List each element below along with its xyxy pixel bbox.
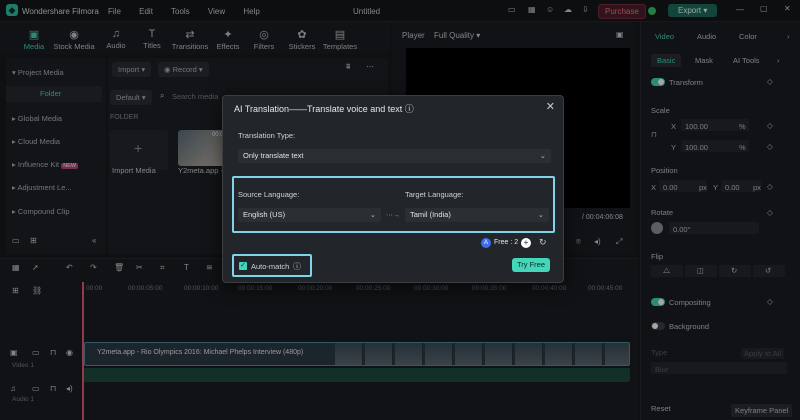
- add-credits-icon[interactable]: +: [521, 238, 531, 248]
- free-credits-label: Free : 2: [494, 239, 519, 246]
- chevron-down-icon: ⌄: [539, 151, 546, 160]
- dialog-title: AI Translation——Translate voice and text…: [234, 104, 414, 114]
- try-free-button[interactable]: Try Free: [512, 258, 550, 272]
- chevron-down-icon: ⌄: [369, 210, 376, 219]
- target-language-label: Target Language:: [405, 190, 464, 199]
- ai-credit-icon: A: [481, 238, 491, 248]
- language-highlight-box: [232, 176, 555, 233]
- help-icon[interactable]: ⓘ: [405, 104, 414, 114]
- source-language-dropdown[interactable]: English (US) ⌄: [238, 208, 381, 222]
- ai-translation-dialog: AI Translation——Translate voice and text…: [222, 95, 564, 283]
- source-language-label: Source Language:: [238, 190, 300, 199]
- translation-type-dropdown[interactable]: Only translate text ⌄: [238, 149, 551, 163]
- close-icon[interactable]: ✕: [546, 100, 555, 113]
- arrow-right-icon: ⋯→: [386, 212, 400, 219]
- target-language-dropdown[interactable]: Tamil (India) ⌄: [405, 208, 549, 222]
- translation-type-label: Translation Type:: [238, 131, 296, 140]
- auto-match-checkbox[interactable]: ✓: [239, 262, 247, 270]
- auto-match-label: Auto-match: [251, 262, 290, 271]
- refresh-icon[interactable]: ↻: [539, 237, 547, 248]
- auto-match-help-icon[interactable]: ⓘ: [293, 261, 301, 272]
- chevron-down-icon: ⌄: [537, 210, 544, 219]
